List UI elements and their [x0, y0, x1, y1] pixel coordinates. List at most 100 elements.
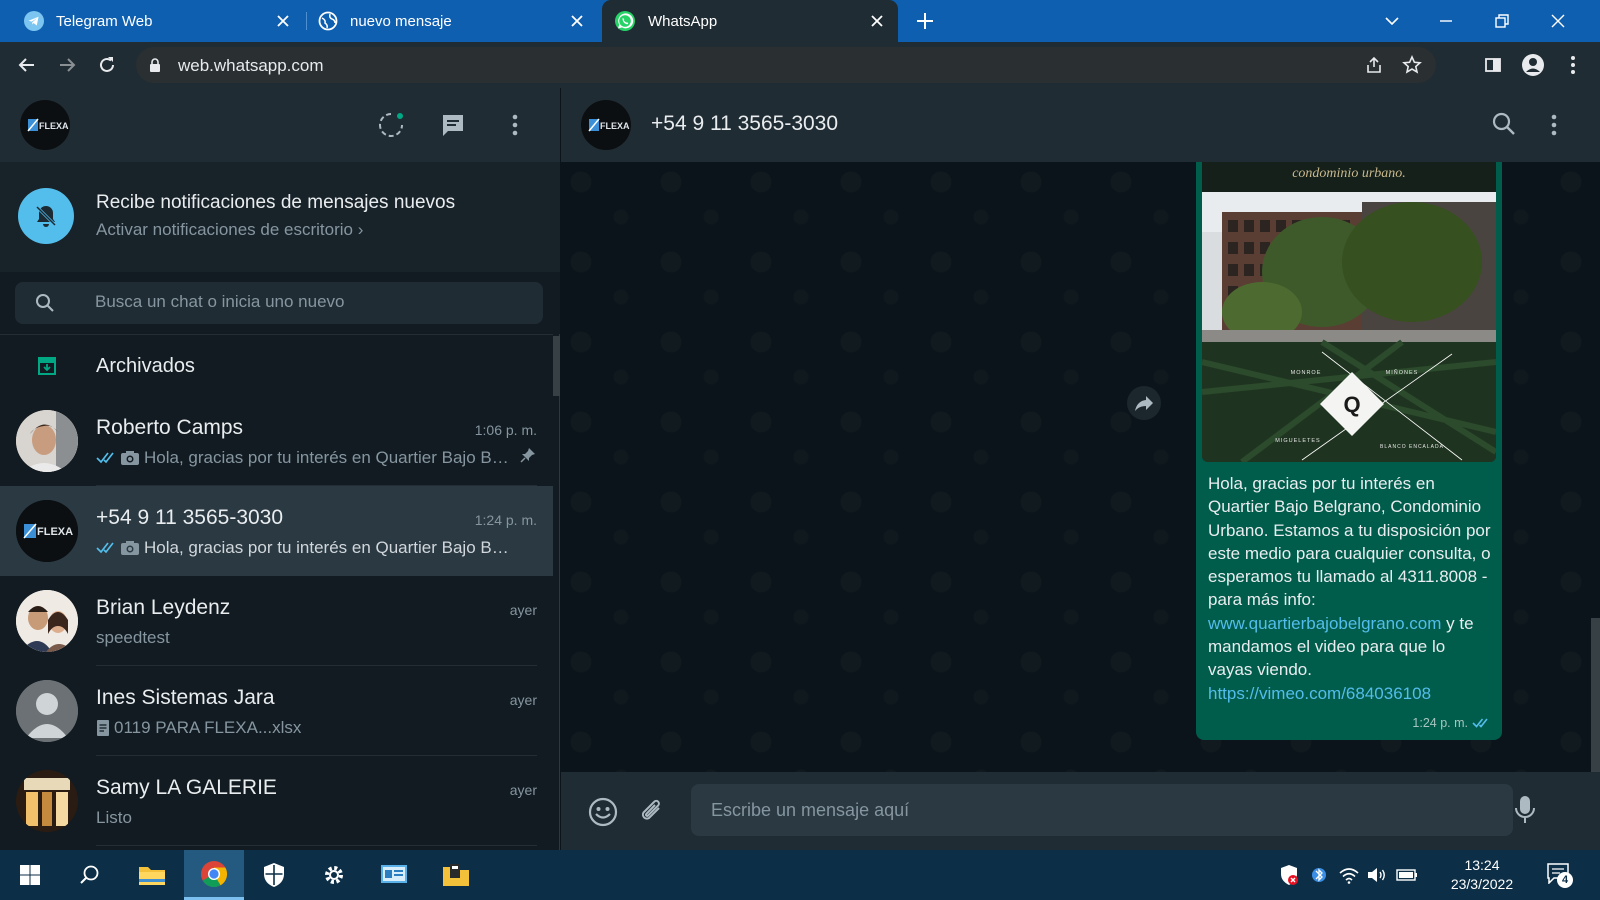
tab-whatsapp[interactable]: WhatsApp: [602, 0, 898, 42]
settings-icon[interactable]: [304, 850, 364, 900]
chat-row-samy-la-galerie[interactable]: Samy LA GALERIE ayer Listo: [0, 756, 553, 846]
conversation-scrollbar[interactable]: [1591, 618, 1600, 772]
left-header: FLEXA: [0, 88, 560, 162]
forward-icon[interactable]: [1127, 386, 1161, 420]
search-area: [0, 272, 560, 334]
reload-button[interactable]: [92, 50, 122, 80]
forward-button[interactable]: [52, 50, 82, 80]
search-input[interactable]: [95, 292, 515, 312]
address-bar[interactable]: web.whatsapp.com: [136, 47, 1436, 83]
windows-start-icon[interactable]: [0, 850, 60, 900]
enable-notifications-link[interactable]: Activar notificaciones de escritorio ›: [96, 220, 363, 240]
tab-search-button[interactable]: [1366, 0, 1418, 42]
contact-avatar[interactable]: FLEXA: [581, 100, 631, 150]
chat-row-roberto-camps[interactable]: Roberto Camps 1:06 p. m. Hola, gracias p…: [0, 396, 553, 486]
message-text: Hola, gracias por tu interés en Quartier…: [1208, 474, 1491, 703]
chat-preview: speedtest: [96, 628, 170, 647]
new-tab-button[interactable]: [914, 10, 936, 32]
system-clock[interactable]: 13:24 23/3/2022: [1442, 856, 1522, 894]
minimize-button[interactable]: [1420, 0, 1472, 42]
chat-preview: Listo: [96, 808, 132, 827]
globe-icon: [318, 11, 338, 31]
vimeo-link[interactable]: https://vimeo.com/684036108: [1208, 684, 1431, 703]
search-icon[interactable]: [1491, 111, 1517, 137]
browser-menu-icon[interactable]: [1558, 50, 1588, 80]
chat-name: Samy LA GALERIE: [96, 776, 277, 799]
image-label-center: Q: [1343, 392, 1360, 417]
chat-row-ines-sistemas-jara[interactable]: Ines Sistemas Jara ayer 0119 PARA FLEXA.…: [0, 666, 553, 756]
profile-icon[interactable]: [1518, 50, 1548, 80]
message-bubble[interactable]: condominio urbano. Q MONROE MIÑONES MIGU…: [1196, 162, 1502, 740]
chat-name: Ines Sistemas Jara: [96, 686, 275, 709]
browser-toolbar: web.whatsapp.com: [0, 42, 1600, 88]
share-icon[interactable]: [1364, 55, 1384, 75]
avatar: [16, 590, 78, 652]
conversation-header[interactable]: FLEXA +54 9 11 3565-3030: [561, 88, 1600, 162]
chat-name: Brian Leydenz: [96, 596, 231, 619]
control-panel-icon[interactable]: [364, 850, 424, 900]
avatar: [16, 770, 78, 832]
tab-title: WhatsApp: [648, 12, 718, 30]
conversation-pane: FLEXA +54 9 11 3565-3030 condominio urba…: [561, 88, 1600, 850]
camera-icon: [120, 450, 140, 466]
bluetooth-icon[interactable]: [1308, 864, 1330, 886]
chat-time: 1:24 p. m.: [474, 512, 537, 528]
menu-icon[interactable]: [498, 108, 532, 142]
chrome-icon[interactable]: [184, 850, 244, 900]
attach-icon[interactable]: [637, 796, 667, 826]
defender-warning-icon[interactable]: [1278, 864, 1300, 886]
menu-icon[interactable]: [1551, 114, 1557, 136]
message-input[interactable]: [691, 784, 1513, 836]
folder-app-icon[interactable]: [426, 850, 486, 900]
volume-icon[interactable]: [1366, 864, 1388, 886]
back-button[interactable]: [12, 50, 42, 80]
archive-icon: [36, 354, 58, 376]
security-icon[interactable]: [244, 850, 304, 900]
logo-text: FLEXA: [39, 121, 69, 131]
action-center-icon[interactable]: 4: [1546, 862, 1576, 890]
search-icon: [35, 293, 55, 313]
close-icon[interactable]: [568, 12, 586, 30]
new-chat-icon[interactable]: [436, 108, 470, 142]
telegram-icon: [24, 11, 44, 31]
chat-name: +54 9 11 3565-3030: [96, 506, 284, 529]
tab-separator: [306, 12, 307, 30]
image-label-sw: MIGUELETES: [1275, 438, 1320, 444]
chat-time: ayer: [509, 782, 537, 798]
chat-item-content: Brian Leydenz ayer speedtest: [96, 576, 537, 666]
wifi-icon[interactable]: [1338, 864, 1360, 886]
website-link[interactable]: www.quartierbajobelgrano.com: [1208, 614, 1441, 633]
chat-row-brian-leydenz[interactable]: Brian Leydenz ayer speedtest: [0, 576, 553, 666]
message-image[interactable]: condominio urbano. Q MONROE MIÑONES MIGU…: [1202, 162, 1496, 462]
chat-row-5491135653030[interactable]: FLEXA +54 9 11 3565-3030 1:24 p. m. Hola…: [0, 486, 553, 576]
file-explorer-icon[interactable]: [122, 850, 182, 900]
image-label-nw: MONROE: [1291, 370, 1322, 376]
side-panel-icon[interactable]: [1478, 50, 1508, 80]
chat-list-scrollbar[interactable]: [553, 336, 560, 396]
chat-time: ayer: [509, 692, 537, 708]
emoji-icon[interactable]: [587, 796, 619, 828]
document-icon: [96, 719, 110, 737]
lock-icon: [148, 57, 162, 73]
microphone-icon[interactable]: [1514, 794, 1536, 826]
bookmark-star-icon[interactable]: [1402, 55, 1422, 75]
restore-button[interactable]: [1476, 0, 1528, 42]
whatsapp-icon: [614, 10, 636, 32]
logo-text: FLEXA: [600, 121, 630, 131]
clock-time: 13:24: [1464, 857, 1500, 873]
avatar: FLEXA: [16, 500, 78, 562]
close-window-button[interactable]: [1532, 0, 1584, 42]
search-icon[interactable]: [60, 850, 120, 900]
status-icon[interactable]: [374, 108, 408, 142]
notification-count-badge: 4: [1557, 872, 1573, 888]
close-icon[interactable]: [274, 12, 292, 30]
close-icon[interactable]: [868, 12, 886, 30]
battery-icon[interactable]: [1396, 864, 1418, 886]
tab-nuevo-mensaje[interactable]: nuevo mensaje: [308, 0, 598, 42]
notification-banner[interactable]: Recibe notificaciones de mensajes nuevos…: [0, 162, 560, 272]
double-check-icon: [96, 451, 116, 465]
tab-telegram[interactable]: Telegram Web: [14, 0, 304, 42]
archived-chats[interactable]: Archivados: [0, 334, 553, 396]
my-avatar[interactable]: FLEXA: [20, 100, 70, 150]
image-caption: condominio urbano.: [1202, 162, 1496, 192]
